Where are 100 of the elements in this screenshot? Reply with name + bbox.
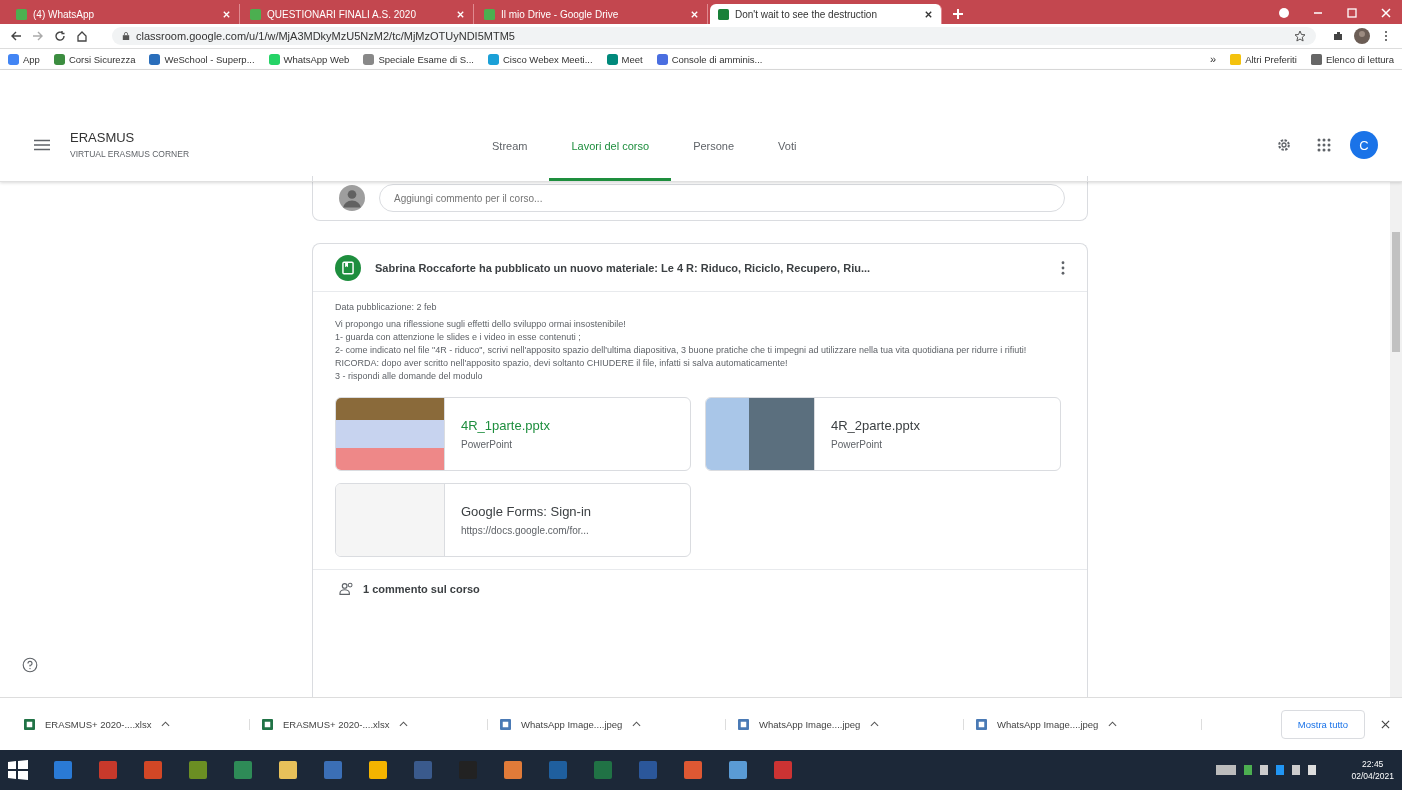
- bookmark[interactable]: Altri Preferiti: [1230, 53, 1297, 65]
- favicon-icon: [484, 8, 495, 20]
- help-icon[interactable]: [22, 657, 38, 673]
- browser-tab[interactable]: Il mio Drive - Google Drive: [476, 4, 708, 24]
- taskbar-app-icon[interactable]: [503, 760, 523, 780]
- download-name: ERASMUS+ 2020-....xlsx: [45, 718, 152, 730]
- bookmark-icon: [53, 53, 65, 65]
- attachment-type: https://docs.google.com/for...: [461, 525, 590, 536]
- attachment-title: Google Forms: Sign-in: [461, 504, 592, 519]
- bookmark[interactable]: WeSchool - Superp...: [149, 53, 255, 65]
- download-name: WhatsApp Image....jpeg: [759, 718, 861, 730]
- bookmark[interactable]: Console di amminis...: [656, 53, 763, 65]
- maximize-icon[interactable]: [1346, 7, 1358, 19]
- browser-tab[interactable]: QUESTIONARI FINALI A.S. 2020: [242, 4, 474, 24]
- folder-icon: [1230, 53, 1242, 65]
- bookmark[interactable]: Corsi Sicurezza: [53, 53, 136, 65]
- course-title[interactable]: ERASMUS: [70, 130, 470, 145]
- bookmark[interactable]: Cisco Webex Meeti...: [487, 53, 593, 65]
- caret-icon[interactable]: [632, 721, 642, 727]
- menu-icon[interactable]: [34, 139, 50, 151]
- attachment-card[interactable]: 4R_1parte.pptx PowerPoint: [335, 397, 691, 471]
- spreadsheet-file-icon: [24, 718, 35, 730]
- favicon-icon: [718, 8, 729, 20]
- home-icon[interactable]: [76, 30, 88, 42]
- bookmark-icon: [149, 53, 161, 65]
- bookmark-icon: [487, 53, 499, 65]
- post-title[interactable]: Sabrina Roccaforte ha pubblicato un nuovo materiale: Le 4 R: Riduco, Riciclo, Recupero, Riu...: [375, 261, 1047, 274]
- caret-icon[interactable]: [1108, 721, 1118, 727]
- user-silhouette-icon: [339, 185, 365, 211]
- caret-icon[interactable]: [399, 721, 409, 727]
- bookmark-icon: [268, 53, 280, 65]
- browser-tab[interactable]: Don't wait to see the destruction: [710, 4, 942, 24]
- close-icon[interactable]: [1381, 719, 1390, 729]
- windows-start-icon[interactable]: [8, 760, 28, 780]
- nav-tab[interactable]: Stream: [470, 140, 550, 181]
- back-arrow-icon[interactable]: [10, 30, 22, 42]
- star-icon[interactable]: [1294, 30, 1306, 42]
- people-icon: [339, 582, 355, 596]
- image-file-icon: [738, 718, 749, 730]
- browser-tab[interactable]: (4) WhatsApp: [8, 4, 240, 24]
- bookmark[interactable]: WhatsApp Web: [268, 53, 350, 65]
- download-item[interactable]: WhatsApp Image....jpeg: [488, 718, 726, 730]
- profile-avatar-icon[interactable]: [1354, 28, 1370, 44]
- bookmark[interactable]: Meet: [606, 53, 643, 65]
- download-name: ERASMUS+ 2020-....xlsx: [283, 718, 390, 730]
- image-file-icon: [500, 718, 511, 730]
- taskbar-app-icon[interactable]: [728, 760, 748, 780]
- clock-date: 02/04/2021: [1351, 771, 1394, 781]
- bookmark-icon: [656, 53, 668, 65]
- user-avatar[interactable]: C: [1350, 131, 1378, 159]
- more-options-icon[interactable]: [1061, 260, 1065, 275]
- folder-icon: [1310, 53, 1322, 65]
- download-item[interactable]: ERASMUS+ 2020-....xlsx: [250, 718, 488, 730]
- taskbar-app-icon[interactable]: [188, 760, 208, 780]
- bookmark[interactable]: App: [8, 53, 40, 65]
- download-item[interactable]: ERASMUS+ 2020-....xlsx: [12, 718, 250, 730]
- publish-date: Data pubblicazione: 2 feb: [335, 302, 438, 312]
- material-icon: [335, 254, 361, 281]
- nav-tab[interactable]: Persone: [671, 140, 757, 181]
- clock-time: 22:45: [1362, 759, 1384, 769]
- image-file-icon: [976, 718, 987, 730]
- course-section: VIRTUAL ERASMUS CORNER: [70, 149, 470, 159]
- taskbar-app-icon[interactable]: [368, 760, 388, 780]
- spreadsheet-file-icon: [262, 718, 273, 730]
- bookmark-icon: [8, 53, 19, 65]
- taskbar-app-icon[interactable]: [683, 760, 703, 780]
- download-item[interactable]: WhatsApp Image....jpeg: [726, 718, 964, 730]
- class-comments-link[interactable]: 1 commento sul corso: [363, 583, 480, 595]
- download-item[interactable]: WhatsApp Image....jpeg: [964, 718, 1202, 730]
- attachment-title: 4R_2parte.pptx: [831, 418, 920, 433]
- new-tab-icon[interactable]: [952, 8, 964, 20]
- close-icon[interactable]: [924, 9, 933, 19]
- apps-grid-icon[interactable]: [1316, 137, 1332, 153]
- favicon-icon: [250, 8, 261, 20]
- reload-icon[interactable]: [54, 30, 66, 42]
- bookmark-icon: [606, 53, 618, 65]
- attachment-card[interactable]: 4R_2parte.pptx PowerPoint: [705, 397, 1061, 471]
- record-icon[interactable]: [1278, 7, 1290, 19]
- caret-icon[interactable]: [161, 721, 171, 727]
- taskbar-app-icon[interactable]: [233, 760, 253, 780]
- bookmark-icon: [363, 53, 375, 65]
- comment-input[interactable]: Aggiungi commento per il corso...: [379, 184, 1065, 212]
- taskbar-app-icon[interactable]: [278, 760, 298, 780]
- download-name: WhatsApp Image....jpeg: [521, 718, 623, 730]
- attachment-title: 4R_1parte.pptx: [461, 418, 550, 433]
- attachment-card[interactable]: Google Forms: Sign-in https://docs.google.com/for...: [335, 483, 691, 557]
- bookmark[interactable]: Speciale Esame di S...: [363, 53, 474, 65]
- scrollbar-thumb[interactable]: [1392, 232, 1400, 352]
- show-all-button[interactable]: Mostra tutto: [1280, 709, 1365, 739]
- bookmark[interactable]: Elenco di lettura: [1310, 53, 1394, 65]
- caret-icon[interactable]: [870, 721, 880, 727]
- address-bar[interactable]: classroom.google.com/u/1/w/MjA3MDkyMzU5NzM2/tc/MjMzOTUyNDI5MTM5: [112, 27, 1316, 45]
- lock-icon: [122, 31, 130, 41]
- scrollbar[interactable]: [1390, 182, 1402, 697]
- nav-tab[interactable]: Voti: [756, 140, 819, 181]
- overflow-chevron[interactable]: »: [1210, 53, 1217, 65]
- post-description: Vi propongo una riflessione sugli effetti dello sviluppo ormai insostenibile! 1- guarda con attenzione le slides e i video in esse contenuti ; 2- come indicato nel file "4R - riduco", scrivi nell'apposito spazio dell'ultima diapositiva, 3 buone pratiche che ti impegni ad utilizzare nella tua vita quotidiana per ridurre i rifiuti! RICORDA: dopo aver scritto nell'apposito spazio, devi soltanto CHIUDERE il file, infatti si salva automaticamente! 3 - rispondi alle domande del modulo: [335, 318, 1028, 383]
- attachment-type: PowerPoint: [831, 439, 884, 450]
- attachment-type: PowerPoint: [461, 439, 514, 450]
- download-name: WhatsApp Image....jpeg: [997, 718, 1099, 730]
